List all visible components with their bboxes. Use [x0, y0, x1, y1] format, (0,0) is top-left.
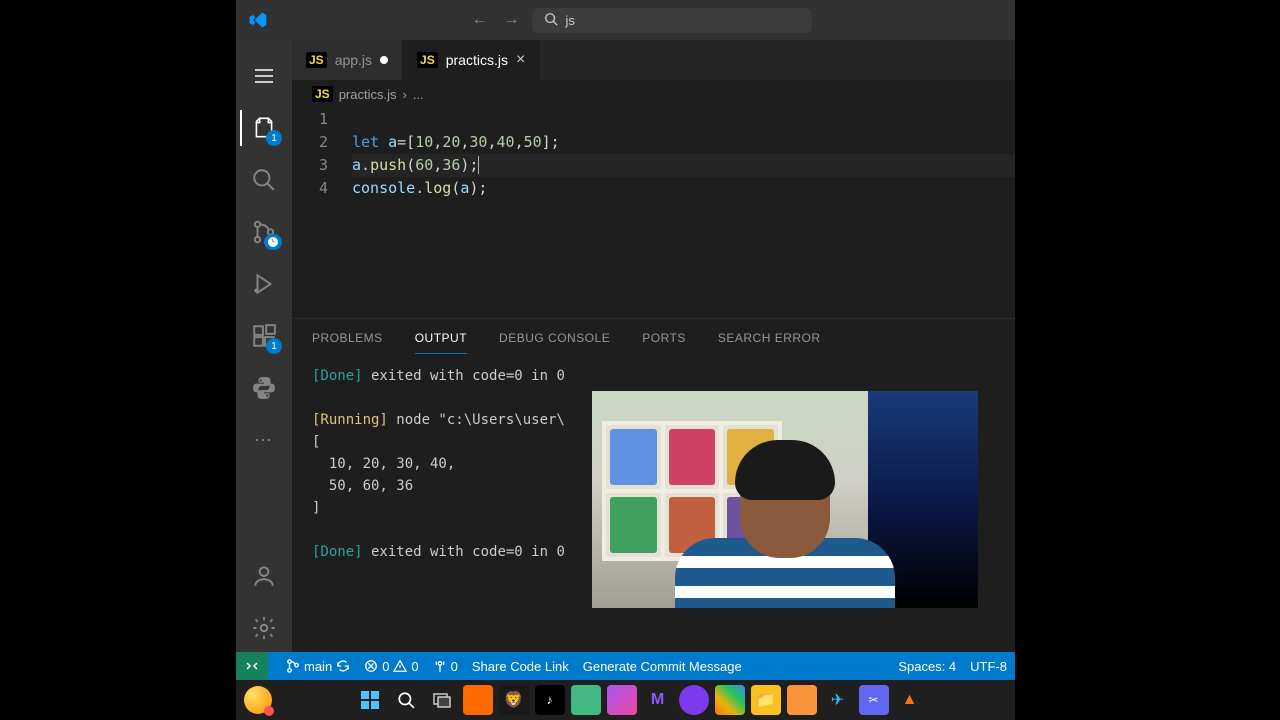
- app-icon[interactable]: [571, 685, 601, 715]
- titlebar: ← → js: [236, 0, 1015, 40]
- tab-app-js[interactable]: JS app.js: [292, 40, 403, 80]
- js-file-icon: JS: [417, 52, 438, 68]
- commit-message-button[interactable]: Generate Commit Message: [583, 659, 742, 674]
- vscode-logo-icon: [248, 10, 268, 30]
- branch-button[interactable]: main: [286, 659, 350, 674]
- start-button[interactable]: [355, 685, 385, 715]
- sync-icon: [336, 659, 350, 673]
- brave-icon[interactable]: 🦁: [499, 685, 529, 715]
- app-icon[interactable]: [787, 685, 817, 715]
- telegram-icon[interactable]: ✈: [823, 685, 853, 715]
- breadcrumb-rest: ...: [413, 87, 424, 102]
- tab-label: practics.js: [446, 52, 508, 68]
- activity-more-icon[interactable]: ⋯: [240, 416, 288, 464]
- activity-source-control[interactable]: [240, 208, 288, 256]
- code-editor[interactable]: 1 2 3 4 let a=[10,20,30,40,50]; a.push(6…: [292, 108, 1015, 318]
- ports-button[interactable]: 0: [433, 659, 458, 674]
- panel-tabs: PROBLEMS OUTPUT DEBUG CONSOLE PORTS SEAR…: [292, 319, 1015, 357]
- panel-tab-output[interactable]: OUTPUT: [415, 323, 467, 354]
- app-icon[interactable]: M: [643, 685, 673, 715]
- breadcrumb-file: practics.js: [339, 87, 397, 102]
- activity-accounts[interactable]: [240, 552, 288, 600]
- activity-settings[interactable]: [240, 604, 288, 652]
- windows-taskbar: 🦁 ♪ M 📁 ✈ ✂ ▲: [236, 680, 1015, 720]
- app-icon[interactable]: [463, 685, 493, 715]
- activity-extensions[interactable]: 1: [240, 312, 288, 360]
- command-center-search[interactable]: js: [532, 8, 812, 33]
- js-file-icon: JS: [312, 86, 333, 102]
- webcam-overlay: [592, 391, 978, 608]
- taskbar-apps: 🦁 ♪ M 📁 ✈ ✂ ▲: [272, 685, 1007, 715]
- panel-tab-ports[interactable]: PORTS: [642, 323, 686, 353]
- search-icon: [544, 12, 558, 29]
- activity-python[interactable]: [240, 364, 288, 412]
- js-file-icon: JS: [306, 52, 327, 68]
- app-icon[interactable]: [679, 685, 709, 715]
- capcut-icon[interactable]: ✂: [859, 685, 889, 715]
- tiktok-icon[interactable]: ♪: [535, 685, 565, 715]
- panel-tab-problems[interactable]: PROBLEMS: [312, 323, 383, 353]
- panel-tab-search-error[interactable]: SEARCH ERROR: [718, 323, 821, 353]
- encoding-button[interactable]: UTF-8: [970, 659, 1007, 674]
- nav-forward-icon[interactable]: →: [504, 11, 520, 29]
- antenna-icon: [433, 659, 447, 673]
- dirty-indicator-icon: [380, 56, 388, 64]
- share-code-button[interactable]: Share Code Link: [472, 659, 569, 674]
- line-gutter: 1 2 3 4: [292, 108, 352, 318]
- search-taskbar-icon[interactable]: [391, 685, 421, 715]
- search-value: js: [566, 13, 575, 28]
- activity-run-debug[interactable]: [240, 260, 288, 308]
- menu-button[interactable]: [240, 52, 288, 100]
- task-view-icon[interactable]: [427, 685, 457, 715]
- activity-explorer[interactable]: 1: [240, 104, 288, 152]
- spaces-button[interactable]: Spaces: 4: [898, 659, 956, 674]
- close-tab-icon[interactable]: ×: [516, 51, 525, 69]
- explorer-badge: 1: [266, 130, 282, 146]
- tab-practics-js[interactable]: JS practics.js ×: [403, 40, 540, 80]
- code-content[interactable]: let a=[10,20,30,40,50]; a.push(60,36); c…: [352, 108, 1015, 318]
- weather-widget-icon[interactable]: [244, 686, 272, 714]
- warning-icon: [393, 659, 407, 673]
- problems-button[interactable]: 0 0: [364, 659, 418, 674]
- scm-sync-icon: [264, 234, 282, 250]
- status-bar: main 0 0 0 Share Code Link Generate Comm…: [236, 652, 1015, 680]
- breadcrumb[interactable]: JS practics.js › ...: [292, 80, 1015, 108]
- vlc-icon[interactable]: ▲: [895, 685, 925, 715]
- copilot-icon[interactable]: [607, 685, 637, 715]
- error-icon: [364, 659, 378, 673]
- chevron-right-icon: ›: [402, 87, 406, 102]
- app-icon[interactable]: [715, 685, 745, 715]
- file-explorer-icon[interactable]: 📁: [751, 685, 781, 715]
- remote-button[interactable]: [236, 652, 268, 680]
- activity-search[interactable]: [240, 156, 288, 204]
- tab-label: app.js: [335, 52, 372, 68]
- extensions-badge: 1: [266, 338, 282, 354]
- nav-back-icon[interactable]: ←: [472, 11, 488, 29]
- activity-bar: 1 1 ⋯: [236, 40, 292, 652]
- editor-tabs: JS app.js JS practics.js ×: [292, 40, 1015, 80]
- panel-tab-debug-console[interactable]: DEBUG CONSOLE: [499, 323, 610, 353]
